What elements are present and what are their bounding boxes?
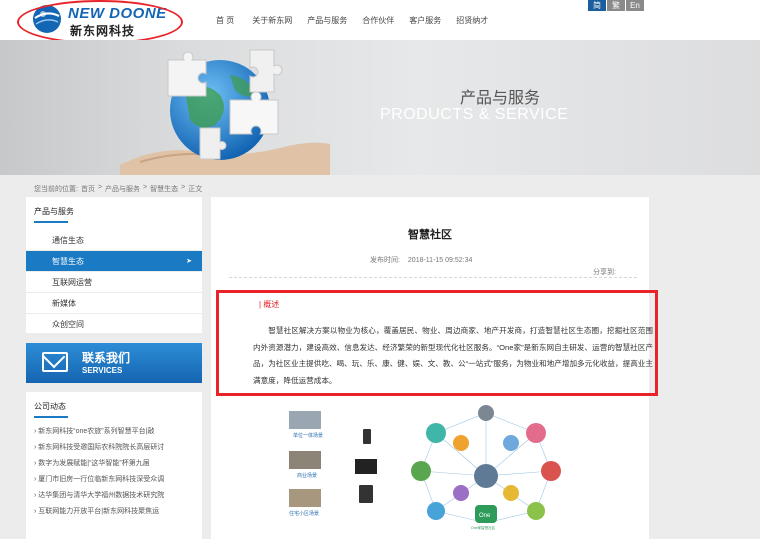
scene-thumbnail xyxy=(289,451,321,469)
sidebar-item-smart-ecosystem[interactable]: 智慧生态 ➤ xyxy=(26,251,202,272)
diagram-node xyxy=(503,485,519,501)
product-menu: 产品与服务 通信生态 智慧生态 ➤ 互联网运营 新媒体 众创空间 xyxy=(26,197,202,333)
site-header: NEW DOONE 新东网科技 首 页 关于新东网 产品与服务 合作伙伴 客户服… xyxy=(0,0,760,44)
smart-community-diagram: 单位一体场景 商业场景 住宅小区场景 One One家智慧社区 xyxy=(289,405,561,530)
title-divider xyxy=(229,277,637,278)
article-body: 智慧社区解决方案以物业为核心，覆盖居民、物业、周边商家、地产开发商，打造智慧社区… xyxy=(253,326,653,385)
breadcrumb: 您当前的位置: 首页 > 产品与服务 > 智慧生态 > 正文 xyxy=(34,184,205,194)
banner-title-english: PRODUCTS & SERVICE xyxy=(380,106,569,123)
breadcrumb-prefix: 您当前的位置: xyxy=(34,186,78,193)
main-nav: 首 页 关于新东网 产品与服务 合作伙伴 客户服务 招贤纳才 xyxy=(204,15,503,26)
news-item[interactable]: › 新东网科技受邀国际农科院院长高层研讨 xyxy=(26,440,202,456)
nav-products[interactable]: 产品与服务 xyxy=(307,15,347,26)
article-panel: 智慧社区 发布时间: 2018-11-15 09:52:34 分享到: 概述 智… xyxy=(211,197,658,539)
nav-customer-service[interactable]: 客户服务 xyxy=(409,15,441,26)
nav-home[interactable]: 首 页 xyxy=(216,15,234,26)
news-item[interactable]: › 新东网科技“one农旅”系列智慧平台|敲 xyxy=(26,424,202,440)
contact-us-banner[interactable]: 联系我们 SERVICES xyxy=(26,343,202,383)
section-heading: 概述 xyxy=(259,299,279,310)
company-news: 公司动态 › 新东网科技“one农旅”系列智慧平台|敲 › 新东网科技受邀国际农… xyxy=(26,392,202,539)
publish-time: 2018-11-15 09:52:34 xyxy=(407,257,473,264)
diagram-node xyxy=(541,461,561,481)
sidebar-item-new-media[interactable]: 新媒体 xyxy=(26,293,202,314)
page-banner: 产品与服务 PRODUCTS & SERVICE xyxy=(0,40,760,175)
scene-label: 住宅小区场景 xyxy=(289,510,319,517)
breadcrumb-separator: > xyxy=(143,184,148,191)
contact-title-english: SERVICES xyxy=(82,366,123,375)
diagram-node xyxy=(527,502,545,520)
article-title: 智慧社区 xyxy=(408,229,452,241)
scene-label: 商业场景 xyxy=(297,472,317,479)
breadcrumb-smart-ecosystem[interactable]: 智慧生态 xyxy=(150,184,178,194)
diagram-node xyxy=(411,461,431,481)
breadcrumb-current: 正文 xyxy=(188,186,203,193)
scene-thumbnail xyxy=(289,411,321,429)
breadcrumb-separator: > xyxy=(97,184,103,191)
tv-icon xyxy=(355,459,377,474)
lang-simplified-button[interactable]: 简 xyxy=(588,0,606,11)
breadcrumb-home[interactable]: 首页 xyxy=(81,184,95,194)
sidebar-item-label: 智慧生态 xyxy=(52,257,84,266)
news-item[interactable]: › 互联网能力开放平台|新东网科技聚焦运 xyxy=(26,504,202,520)
nav-careers[interactable]: 招贤纳才 xyxy=(456,15,488,26)
diagram-node xyxy=(526,423,546,443)
sidebar-item-makerspace[interactable]: 众创空间 xyxy=(26,314,202,335)
news-item[interactable]: › 数字为发展赋能|“这华智能”杯第九届 xyxy=(26,456,202,472)
one-logo-caption: One家智慧社区 xyxy=(471,525,496,530)
diagram-node xyxy=(453,435,469,451)
diagram-node xyxy=(427,502,445,520)
scene-label: 单位一体场景 xyxy=(293,432,323,439)
sidebar-item-internet-ops[interactable]: 互联网运营 xyxy=(26,272,202,293)
sidebar-item-telecom[interactable]: 通信生态 xyxy=(26,230,202,251)
sidebar-item-label: 众创空间 xyxy=(52,320,84,329)
diagram-node xyxy=(453,485,469,501)
breadcrumb-separator: > xyxy=(181,184,186,191)
publish-info: 发布时间: 2018-11-15 09:52:34 xyxy=(370,255,472,265)
diagram-node xyxy=(503,435,519,451)
news-title: 公司动态 xyxy=(26,392,202,418)
one-logo-text: One xyxy=(479,513,491,519)
language-switcher: 简 繁 En xyxy=(588,0,645,11)
left-sidebar: 产品与服务 通信生态 智慧生态 ➤ 互联网运营 新媒体 众创空间 联系我们 SER… xyxy=(26,197,202,539)
share-label[interactable]: 分享到: xyxy=(593,267,616,277)
nav-about[interactable]: 关于新东网 xyxy=(252,15,292,26)
arrow-right-icon: ➤ xyxy=(186,258,192,265)
diagram-node xyxy=(426,423,446,443)
contact-title-chinese: 联系我们 xyxy=(82,351,131,365)
overview-highlight-box: 概述 智慧社区解决方案以物业为核心，覆盖居民、物业、周边商家、地产开发商，打造智… xyxy=(216,290,658,396)
lang-english-button[interactable]: En xyxy=(626,0,644,11)
publish-label: 发布时间: xyxy=(370,257,400,264)
phone-icon xyxy=(363,429,371,444)
diagram-node xyxy=(474,464,498,488)
news-item[interactable]: › 厦门市旧房一行位临新东网科技深受众调 xyxy=(26,472,202,488)
logo-annotation-circle xyxy=(17,0,183,44)
breadcrumb-products[interactable]: 产品与服务 xyxy=(105,184,140,194)
nav-partners[interactable]: 合作伙伴 xyxy=(362,15,394,26)
banner-title-chinese: 产品与服务 xyxy=(460,90,541,107)
puzzle-globe-hand-image xyxy=(120,49,330,175)
envelope-icon xyxy=(42,352,68,372)
sidebar-item-label: 通信生态 xyxy=(52,236,84,245)
scene-thumbnail xyxy=(289,489,321,507)
tablet-icon xyxy=(359,485,373,503)
lang-traditional-button[interactable]: 繁 xyxy=(607,0,625,11)
sidebar-item-label: 互联网运营 xyxy=(52,278,92,287)
sidebar-title: 产品与服务 xyxy=(26,197,202,223)
news-item[interactable]: › 达华集团与清华大学福州数据技术研究院 xyxy=(26,488,202,504)
diagram-node xyxy=(478,405,494,421)
sidebar-item-label: 新媒体 xyxy=(52,299,76,308)
